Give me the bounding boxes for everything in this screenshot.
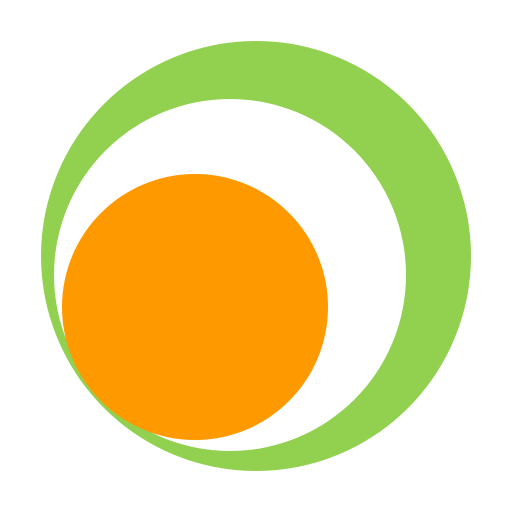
orange-sun-circle bbox=[62, 174, 328, 440]
logo-graphic bbox=[41, 41, 471, 471]
app-logo bbox=[0, 0, 512, 512]
